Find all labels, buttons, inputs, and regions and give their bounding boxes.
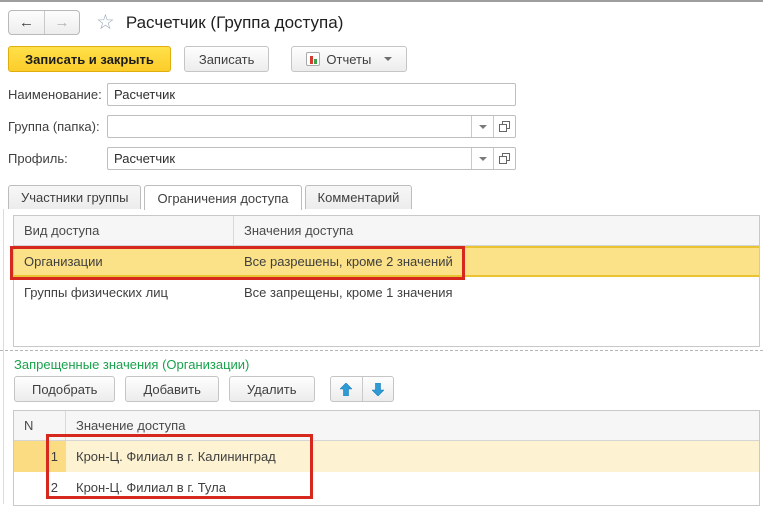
tab-comment[interactable]: Комментарий [304,185,413,209]
open-windows-icon [499,121,510,132]
access-kind-cell: Группы физических лиц [24,284,168,300]
column-header-access-values[interactable]: Значения доступа [234,216,759,245]
group-dropdown-button[interactable] [471,116,493,137]
name-input[interactable] [108,84,515,105]
report-chart-icon [306,52,321,66]
save-and-close-button[interactable]: Записать и закрыть [8,46,171,72]
back-button[interactable]: ← [9,11,44,34]
forbidden-values-table: N Значение доступа 1 Крон-Ц. Филиал в г.… [13,410,760,506]
access-values-cell: Все разрешены, кроме 2 значений [244,254,453,269]
field-row-name: Наименование: [8,83,516,106]
profile-open-button[interactable] [493,148,515,169]
table-row[interactable]: Группы физических лиц Все запрещены, кро… [14,277,759,307]
profile-dropdown-button[interactable] [471,148,493,169]
arrow-up-icon [340,382,353,396]
open-windows-icon [499,153,510,164]
chevron-down-icon [384,57,393,61]
table-row[interactable]: 2 Крон-Ц. Филиал в г. Тула [14,472,759,503]
reports-button[interactable]: Отчеты [291,46,408,72]
access-kind-cell: Организации [24,254,103,269]
tab-access-restrictions[interactable]: Ограничения доступа [144,185,302,210]
profile-input[interactable] [108,148,471,169]
forward-arrow-icon: → [54,14,70,31]
field-row-profile: Профиль: [8,147,516,170]
forbidden-values-caption: Запрещенные значения (Организации) [14,357,250,372]
forbidden-values-table-header: N Значение доступа [14,411,759,441]
access-value-cell: Крон-Ц. Филиал в г. Калининград [76,449,276,464]
chevron-down-icon [478,124,487,129]
page-title: Расчетчик (Группа доступа) [125,12,344,32]
move-down-button[interactable] [361,377,393,401]
chevron-down-icon [478,156,487,161]
access-value-cell: Крон-Ц. Филиал в г. Тула [76,480,226,495]
delete-button[interactable]: Удалить [228,376,315,402]
move-up-button[interactable] [331,377,362,401]
group-input[interactable] [108,116,471,137]
name-label: Наименование: [8,87,102,102]
arrow-down-icon [371,382,384,396]
favorite-star-icon[interactable]: ☆ [96,12,115,33]
access-kinds-table: Вид доступа Значения доступа Организации… [13,215,760,347]
profile-label: Профиль: [8,151,68,166]
tab-group-members[interactable]: Участники группы [8,185,142,209]
forward-button[interactable]: → [44,11,79,34]
column-header-access-value[interactable]: Значение доступа [66,411,759,440]
nav-button-group: ← → [8,10,80,35]
access-values-cell: Все запрещены, кроме 1 значения [244,284,453,300]
column-header-n[interactable]: N [14,411,66,440]
back-arrow-icon: ← [19,14,34,31]
pick-button[interactable]: Подобрать [14,376,116,402]
forbidden-values-toolbar: Подобрать Добавить Удалить [14,376,394,402]
window-header: ← → ☆ Расчетчик (Группа доступа) [8,10,343,35]
tab-bar: Участники группы Ограничения доступа Ком… [8,185,415,210]
command-bar: Записать и закрыть Записать Отчеты [8,46,408,72]
group-label: Группа (папка): [8,119,100,134]
access-kinds-table-header: Вид доступа Значения доступа [14,216,759,246]
table-row-selected[interactable]: 1 Крон-Ц. Филиал в г. Калининград [14,441,759,472]
row-number-cell: 1 [14,441,66,472]
row-number-cell: 2 [50,480,58,495]
reports-button-label: Отчеты [326,51,372,67]
column-header-access-kind[interactable]: Вид доступа [14,216,234,245]
table-row-selected[interactable]: Организации Все разрешены, кроме 2 значе… [14,246,759,277]
save-button[interactable]: Записать [183,46,270,72]
group-open-button[interactable] [493,116,515,137]
reorder-button-group [329,376,394,402]
field-row-group: Группа (папка): [8,115,516,138]
add-button[interactable]: Добавить [125,376,219,402]
pane-splitter[interactable] [0,350,763,351]
